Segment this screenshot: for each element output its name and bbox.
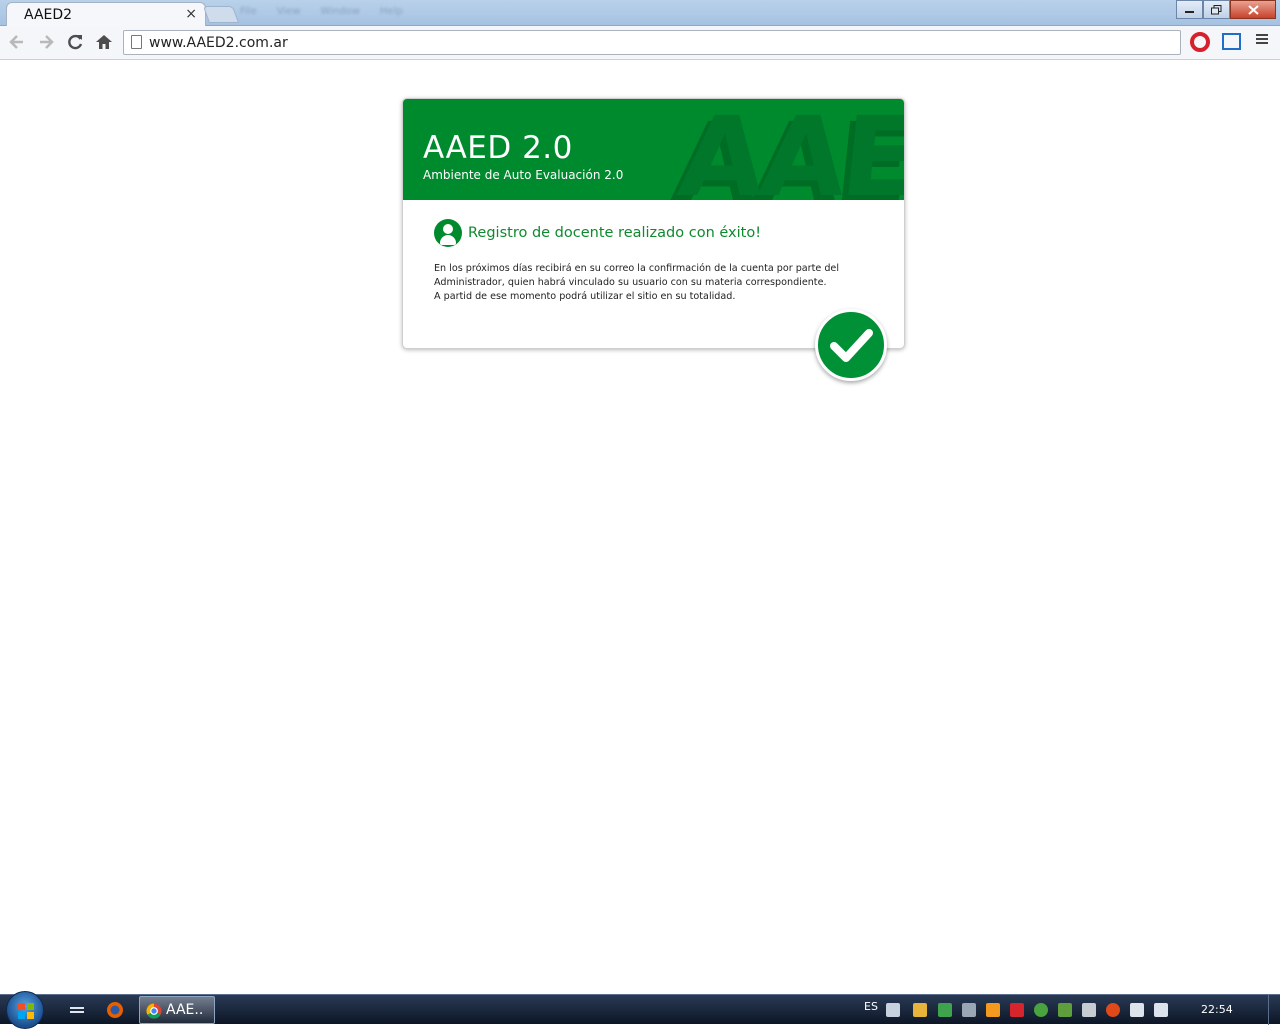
back-icon[interactable] xyxy=(7,32,27,52)
message-line: En los próximos días recibirá en su corr… xyxy=(434,263,840,274)
address-bar[interactable]: www.AAED2.com.ar xyxy=(123,30,1181,55)
background-menu-window: Window xyxy=(320,6,360,17)
app-title: AAED 2.0 xyxy=(423,130,573,166)
success-title: Registro de docente realizado con éxito! xyxy=(468,225,762,241)
chrome-menu-icon[interactable] xyxy=(1255,32,1269,50)
home-icon[interactable] xyxy=(94,32,114,52)
new-tab-button[interactable] xyxy=(202,6,240,23)
taskbar-chrome-window[interactable]: AAE.. xyxy=(139,996,215,1024)
volume-icon[interactable] xyxy=(1154,1003,1168,1017)
restore-button[interactable] xyxy=(1203,0,1230,19)
success-heading: Registro de docente realizado con éxito! xyxy=(434,219,761,247)
tray-app-icon[interactable] xyxy=(913,1003,927,1017)
title-bar: File View Window Help AAED2 × xyxy=(0,0,1280,28)
message-line: A partid de ese momento podrá utilizar e… xyxy=(434,291,736,302)
screen-capture-icon[interactable] xyxy=(1222,33,1241,50)
app-subtitle: Ambiente de Auto Evaluación 2.0 xyxy=(423,168,624,182)
tray-sync-icon[interactable] xyxy=(1058,1003,1072,1017)
windows-taskbar: AAE.. ES 22:54 xyxy=(0,991,1280,1029)
user-icon xyxy=(434,219,462,247)
windows-logo-icon xyxy=(18,1003,34,1019)
taskbar-task-label: AAE.. xyxy=(166,1002,204,1018)
browser-tab[interactable]: AAED2 × xyxy=(6,2,206,28)
tab-title: AAED2 xyxy=(24,7,73,23)
window-controls xyxy=(1176,0,1276,19)
tray-tool-icon[interactable] xyxy=(962,1003,976,1017)
background-menu-file: File xyxy=(240,6,257,17)
acrobat-icon[interactable] xyxy=(1010,1003,1024,1017)
clock[interactable]: 22:54 xyxy=(1201,1003,1233,1016)
show-desktop-button[interactable] xyxy=(1268,995,1280,1025)
language-indicator[interactable]: ES xyxy=(864,1000,878,1013)
keyboard-icon[interactable] xyxy=(886,1003,900,1017)
card-header: AAED AAED 2.0 Ambiente de Auto Evaluació… xyxy=(403,99,904,200)
registration-success-card: AAED AAED 2.0 Ambiente de Auto Evaluació… xyxy=(402,98,905,381)
minimize-button[interactable] xyxy=(1176,0,1203,19)
forward-icon[interactable] xyxy=(36,32,56,52)
browser-toolbar: www.AAED2.com.ar xyxy=(0,26,1280,60)
checkmark-icon xyxy=(815,309,887,381)
start-button[interactable] xyxy=(6,991,44,1029)
restore-icon xyxy=(1211,4,1222,14)
url-text: www.AAED2.com.ar xyxy=(149,35,288,51)
aaed-watermark: AAED xyxy=(673,99,904,200)
background-window-menu: File View Window Help xyxy=(240,6,403,22)
tab-close-icon[interactable]: × xyxy=(185,6,197,22)
file-manager-icon[interactable] xyxy=(68,1001,86,1019)
dropbox-icon[interactable] xyxy=(938,1003,952,1017)
confirmation-message: En los próximos días recibirá en su corr… xyxy=(434,262,874,304)
tray-update-icon[interactable] xyxy=(986,1003,1000,1017)
background-menu-view: View xyxy=(276,6,301,17)
page-icon xyxy=(131,35,142,49)
network-icon[interactable] xyxy=(1130,1003,1144,1017)
close-icon xyxy=(1247,4,1259,15)
minimize-icon xyxy=(1185,11,1194,13)
utorrent-icon[interactable] xyxy=(1034,1003,1048,1017)
close-window-button[interactable] xyxy=(1230,0,1276,19)
tray-warning-icon[interactable] xyxy=(1082,1003,1096,1017)
firefox-icon[interactable] xyxy=(106,1001,124,1019)
opera-extension-icon[interactable] xyxy=(1190,32,1210,52)
chrome-icon xyxy=(146,1003,162,1019)
tray-antivirus-icon[interactable] xyxy=(1106,1003,1120,1017)
background-menu-help: Help xyxy=(379,6,403,17)
message-line: Administrador, quien habrá vinculado su … xyxy=(434,277,827,288)
reload-icon[interactable] xyxy=(65,32,85,52)
